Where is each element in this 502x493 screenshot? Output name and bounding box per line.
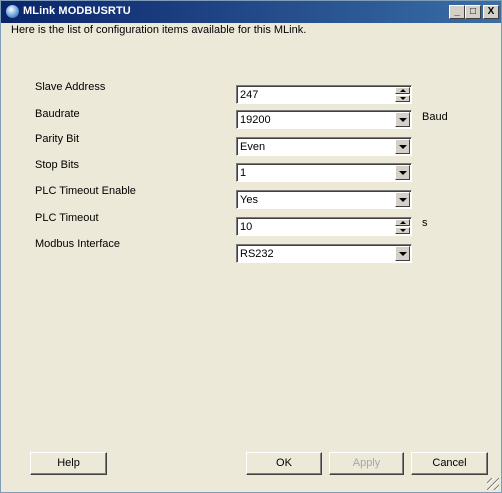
slave-address-spinbox[interactable]: 247 bbox=[236, 85, 412, 104]
slave-address-value: 247 bbox=[240, 89, 259, 101]
spin-up-icon[interactable] bbox=[395, 87, 410, 94]
label-baudrate: Baudrate bbox=[35, 108, 80, 120]
help-button[interactable]: Help bbox=[30, 452, 107, 475]
stop-bits-value: 1 bbox=[240, 167, 247, 179]
dialog-window: MLink MODBUSRTU _ □ X Here is the list o… bbox=[0, 0, 502, 493]
label-plc-timeout: PLC Timeout bbox=[35, 212, 99, 224]
plc-timeout-unit: s bbox=[422, 217, 428, 229]
dialog-body: Here is the list of configuration items … bbox=[1, 23, 501, 492]
modbus-interface-value: RS232 bbox=[240, 248, 274, 260]
stop-bits-select[interactable]: 1 bbox=[236, 163, 412, 182]
slave-address-spin-buttons[interactable] bbox=[395, 87, 410, 102]
label-stop-bits: Stop Bits bbox=[35, 159, 80, 171]
baudrate-value: 19200 bbox=[240, 114, 271, 126]
minimize-button[interactable]: _ bbox=[449, 5, 465, 19]
cancel-button[interactable]: Cancel bbox=[411, 452, 488, 475]
window-title: MLink MODBUSRTU bbox=[23, 5, 131, 17]
plc-timeout-spin-buttons[interactable] bbox=[395, 219, 410, 234]
plc-timeout-enable-select[interactable]: Yes bbox=[236, 190, 412, 209]
app-icon bbox=[5, 4, 20, 19]
plc-timeout-spinbox[interactable]: 10 bbox=[236, 217, 412, 236]
maximize-button[interactable]: □ bbox=[465, 5, 481, 19]
plc-timeout-value: 10 bbox=[240, 221, 253, 233]
modbus-interface-select[interactable]: RS232 bbox=[236, 244, 412, 263]
chevron-down-icon[interactable] bbox=[395, 192, 410, 207]
intro-text: Here is the list of configuration items … bbox=[11, 24, 307, 36]
label-parity-bit: Parity Bit bbox=[35, 133, 80, 145]
baudrate-select[interactable]: 19200 bbox=[236, 110, 412, 129]
label-slave-address: Slave Address bbox=[35, 81, 106, 93]
apply-button[interactable]: Apply bbox=[329, 452, 404, 475]
chevron-down-icon[interactable] bbox=[395, 246, 410, 261]
chevron-down-icon[interactable] bbox=[395, 112, 410, 127]
plc-timeout-enable-value: Yes bbox=[240, 194, 258, 206]
baudrate-unit: Baud bbox=[422, 111, 448, 123]
spin-down-icon[interactable] bbox=[395, 95, 410, 102]
spin-up-icon[interactable] bbox=[395, 219, 410, 226]
chevron-down-icon[interactable] bbox=[395, 165, 410, 180]
parity-bit-select[interactable]: Even bbox=[236, 137, 412, 156]
spin-down-icon[interactable] bbox=[395, 227, 410, 234]
chevron-down-icon[interactable] bbox=[395, 139, 410, 154]
label-modbus-interface: Modbus Interface bbox=[35, 238, 120, 250]
parity-bit-value: Even bbox=[240, 141, 266, 153]
title-bar[interactable]: MLink MODBUSRTU _ □ X bbox=[1, 1, 501, 23]
close-button[interactable]: X bbox=[483, 5, 499, 19]
ok-button[interactable]: OK bbox=[246, 452, 322, 475]
label-plc-timeout-enable: PLC Timeout Enable bbox=[35, 185, 136, 197]
resize-grip-icon[interactable] bbox=[487, 478, 499, 490]
